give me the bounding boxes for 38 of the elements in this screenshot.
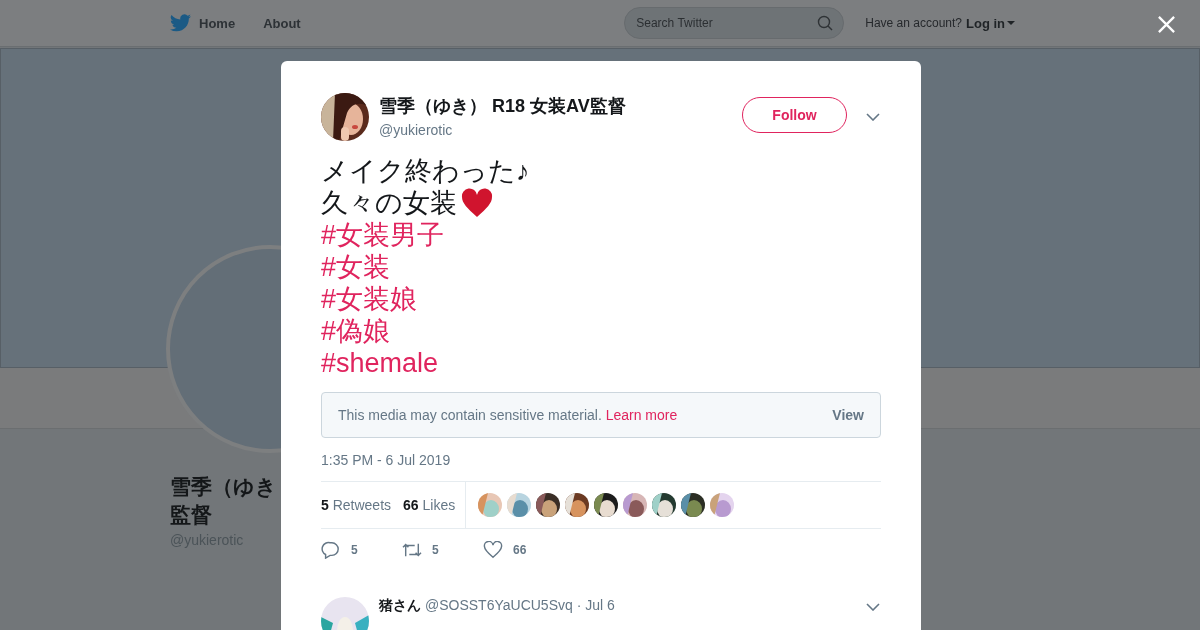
hashtag-link[interactable]: #偽娘 <box>321 315 391 347</box>
action-count: 66 <box>513 543 527 557</box>
nav-link[interactable]: Home <box>199 11 246 35</box>
search-field[interactable]: Search Twitter <box>624 7 845 39</box>
login-link[interactable]: Log in <box>966 15 1015 31</box>
stat-link[interactable]: 5 Retweets <box>321 497 392 513</box>
hashtag-link[interactable]: #女装 <box>321 251 391 283</box>
learn-more-link[interactable]: Learn more <box>605 407 678 423</box>
search-icon <box>817 15 834 31</box>
tweet-text: 久々の女装 <box>321 187 457 219</box>
profile-name: 監督 <box>170 502 212 528</box>
action-count: 5 <box>432 543 439 557</box>
chevron-down-icon[interactable] <box>866 113 880 121</box>
hashtag-link[interactable]: #shemale <box>321 347 439 379</box>
reply-icon[interactable] <box>321 541 341 559</box>
author-handle[interactable]: @yukierotic <box>379 122 742 138</box>
timestamp: 1:35 PM - 6 Jul 2019 <box>321 452 452 468</box>
chevron-down-icon[interactable] <box>866 603 880 611</box>
close-icon[interactable] <box>1157 15 1176 34</box>
reply-date[interactable]: · Jul 6 <box>576 597 615 613</box>
view-button[interactable]: View <box>832 407 864 423</box>
tweet-text: メイク終わった♪ <box>321 155 530 187</box>
retweet-icon[interactable] <box>402 541 422 559</box>
author-name[interactable]: 雪季（ゆき） R18 女装AV監督 <box>379 94 742 118</box>
bird-icon <box>170 14 191 32</box>
notice-text: This media may contain sensitive material. Learn more <box>338 407 678 423</box>
reply-author-name[interactable]: 猪さん <box>379 597 421 615</box>
account-prompt: Have an account? <box>865 16 962 30</box>
follow-button[interactable]: Follow <box>742 97 847 133</box>
profile-name: 雪季（ゆき <box>170 474 277 500</box>
nav-link[interactable]: About <box>263 11 311 35</box>
caret-icon <box>1007 21 1015 25</box>
hashtag-link[interactable]: #女装男子 <box>321 219 445 251</box>
action-count: 5 <box>351 543 358 557</box>
stat-link[interactable]: 66 Likes <box>403 497 456 513</box>
hashtag-link[interactable]: #女装娘 <box>321 283 418 315</box>
reply-author-handle[interactable]: @SOSST6YaUCU5Svq <box>425 597 573 613</box>
like-icon[interactable] <box>483 541 503 559</box>
